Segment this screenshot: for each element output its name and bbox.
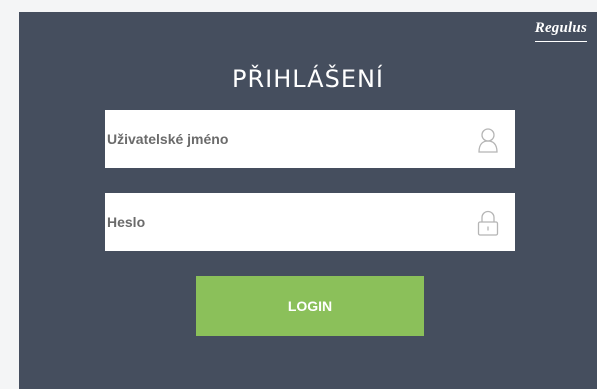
login-panel: Regulus PŘIHLÁŠENÍ LOGIN [19, 12, 597, 389]
password-field [105, 193, 515, 251]
username-input[interactable] [105, 110, 455, 168]
login-button[interactable]: LOGIN [196, 276, 424, 336]
username-field [105, 110, 515, 168]
page-title: PŘIHLÁŠENÍ [231, 65, 385, 93]
regulus-logo: Regulus [534, 20, 587, 36]
logo-underline [535, 41, 587, 42]
user-icon [478, 128, 498, 153]
lock-icon [477, 210, 499, 236]
password-input[interactable] [105, 193, 455, 251]
